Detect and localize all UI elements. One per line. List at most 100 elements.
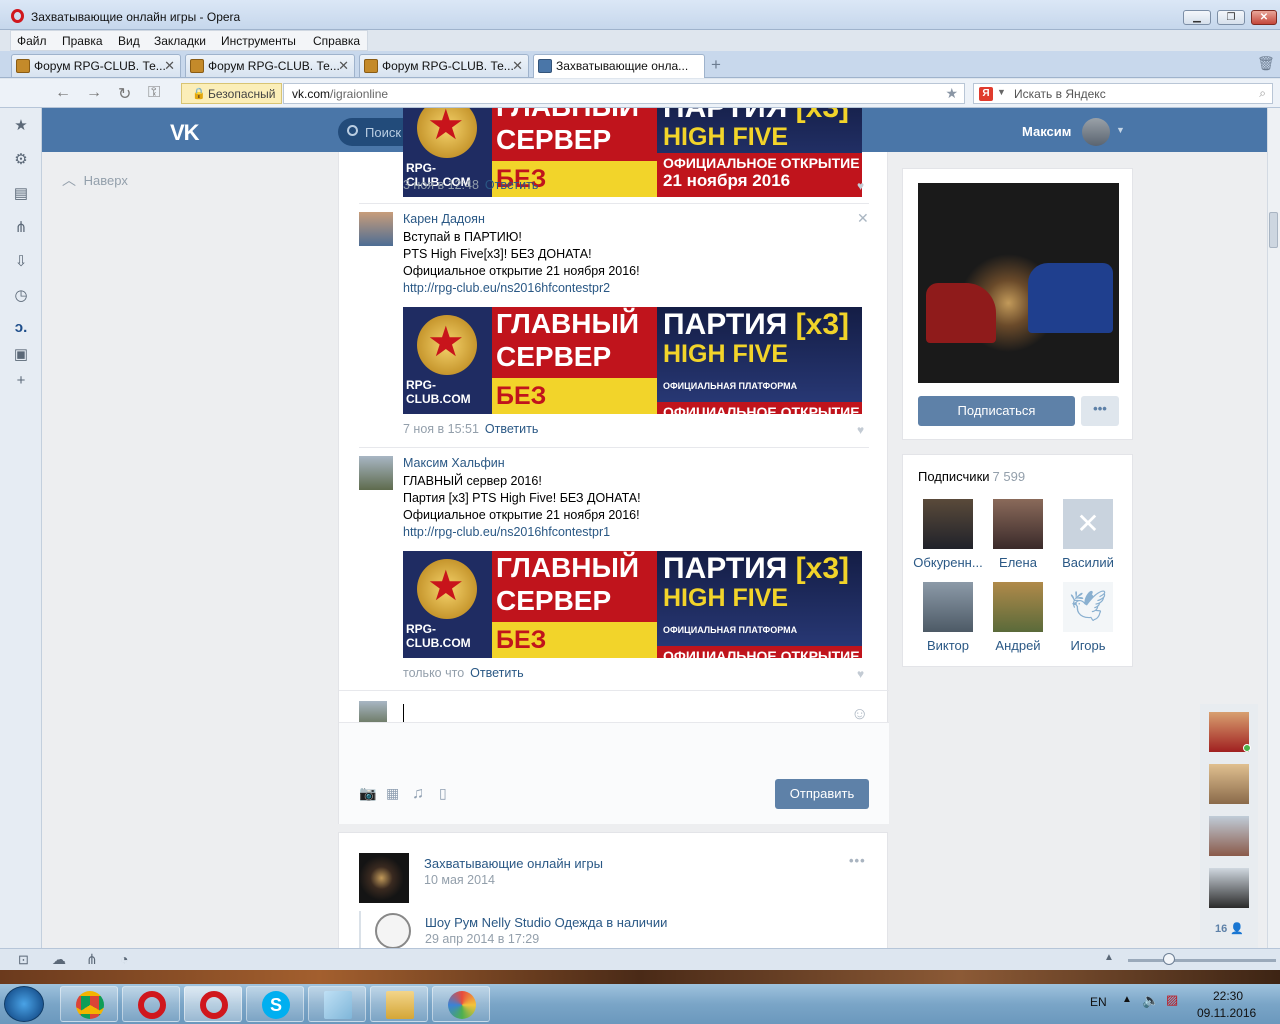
- zoom-slider-handle[interactable]: [1163, 953, 1175, 965]
- share-icon[interactable]: ⋔: [12, 219, 30, 237]
- comment-banner-image[interactable]: RPG-CLUB.COM ГЛАВНЫЙСЕРВЕР БЕЗ ДОНАТА ПАР…: [403, 551, 862, 658]
- comment-link[interactable]: http://rpg-club.eu/ns2016hfcontestpr2: [403, 281, 610, 295]
- menu-bookmarks[interactable]: Закладки: [154, 34, 206, 48]
- followers-header[interactable]: Подписчики 7 599: [918, 469, 1025, 484]
- music-note-icon[interactable]: ♫: [412, 785, 424, 803]
- follower-item[interactable]: Елена: [983, 499, 1053, 570]
- subscribe-button[interactable]: Подписаться: [918, 396, 1075, 426]
- scroll-to-top[interactable]: ︿ Наверх: [62, 170, 128, 190]
- document-icon[interactable]: ▯: [439, 785, 447, 802]
- reload-icon[interactable]: ↻: [118, 84, 131, 104]
- opera-active-taskbar-button[interactable]: [184, 986, 242, 1022]
- shared-avatar[interactable]: [375, 913, 411, 948]
- more-actions-button[interactable]: •••: [1081, 396, 1119, 426]
- tab-vk-active[interactable]: Захватывающие онла...: [533, 54, 705, 78]
- close-tab-icon[interactable]: ✕: [512, 58, 523, 74]
- cloud-icon[interactable]: ☁: [52, 951, 66, 968]
- group-photo[interactable]: [918, 183, 1119, 383]
- like-heart-icon[interactable]: ♥: [857, 179, 864, 193]
- skype-taskbar-button[interactable]: S: [246, 986, 304, 1022]
- follower-item[interactable]: 🕊 Игорь: [1053, 582, 1123, 653]
- clock-time[interactable]: 22:30: [1213, 989, 1243, 1003]
- chat-avatar[interactable]: [1209, 764, 1249, 804]
- yandex-search-field[interactable]: Я ▼ Искать в Яндекс ⌕: [973, 83, 1273, 104]
- send-button[interactable]: Отправить: [775, 779, 869, 809]
- opera-taskbar-button[interactable]: [122, 986, 180, 1022]
- comment-author[interactable]: Карен Дадоян: [403, 212, 485, 226]
- follower-item[interactable]: Обкуренн...: [913, 499, 983, 570]
- group-avatar[interactable]: [359, 853, 409, 903]
- reply-link[interactable]: Ответить: [470, 666, 523, 680]
- language-indicator[interactable]: EN: [1090, 995, 1107, 1009]
- reply-link[interactable]: Ответить: [485, 178, 538, 192]
- forward-arrow-icon[interactable]: →: [86, 84, 102, 102]
- add-panel-plus-icon[interactable]: +: [12, 372, 30, 390]
- notes-icon[interactable]: ▤: [12, 185, 30, 203]
- close-tab-icon[interactable]: ✕: [338, 58, 349, 74]
- paint-taskbar-button[interactable]: [432, 986, 490, 1022]
- trash-icon[interactable]: 🗑: [1257, 55, 1275, 72]
- tab-forum-3[interactable]: Форум RPG-CLUB. Те... ✕: [359, 54, 529, 77]
- speaker-icon[interactable]: 🔈: [1142, 992, 1159, 1009]
- tab-forum-1[interactable]: Форум RPG-CLUB. Те... ✕: [11, 54, 181, 77]
- like-heart-icon[interactable]: ♥: [857, 423, 864, 437]
- tab-forum-2[interactable]: Форум RPG-CLUB. Те... ✕: [185, 54, 355, 77]
- close-window-button[interactable]: ✕: [1251, 10, 1277, 25]
- back-arrow-icon[interactable]: ←: [55, 84, 71, 102]
- shared-post-date[interactable]: 29 апр 2014 в 17:29: [425, 932, 539, 946]
- bookmark-star-icon[interactable]: ★: [945, 85, 958, 102]
- search-icon[interactable]: ⌕: [1259, 86, 1266, 101]
- key-icon[interactable]: ⚿: [148, 84, 160, 102]
- post-date[interactable]: 10 мая 2014: [424, 873, 495, 887]
- menu-view[interactable]: Вид: [118, 34, 140, 48]
- panel-toggle-icon[interactable]: ⊡: [18, 952, 29, 968]
- gear-icon[interactable]: ⚙: [12, 151, 30, 169]
- like-heart-icon[interactable]: ♥: [857, 667, 864, 681]
- windows-start-icon[interactable]: [4, 986, 44, 1022]
- scrollbar-thumb[interactable]: [1269, 212, 1278, 248]
- explorer-taskbar-button[interactable]: [370, 986, 428, 1022]
- security-badge[interactable]: 🔒 Безопасный: [181, 83, 282, 104]
- reply-link[interactable]: Ответить: [485, 422, 538, 436]
- clock-date[interactable]: 09.11.2016: [1197, 1006, 1256, 1020]
- minimize-button[interactable]: ▁: [1183, 10, 1211, 25]
- vk-logo-icon[interactable]: VK: [170, 120, 206, 145]
- widgets-icon[interactable]: ▣: [12, 346, 30, 364]
- speed-dial-icon[interactable]: ◔: [120, 951, 128, 967]
- more-dots-icon[interactable]: •••: [849, 853, 866, 868]
- close-tab-icon[interactable]: ✕: [164, 58, 175, 74]
- emoji-smile-icon[interactable]: ☺: [851, 704, 868, 724]
- chevron-up-icon[interactable]: ▲: [1104, 952, 1114, 963]
- comment-link[interactable]: http://rpg-club.eu/ns2016hfcontestpr1: [403, 525, 610, 539]
- menu-tools[interactable]: Инструменты: [221, 34, 296, 48]
- comment-banner-image[interactable]: RPG-CLUB.COM ГЛАВНЫЙСЕРВЕР БЕЗ ДОНАТА ПАР…: [403, 307, 862, 414]
- avatar[interactable]: [1082, 118, 1110, 146]
- menu-edit[interactable]: Правка: [62, 34, 103, 48]
- network-icon[interactable]: ▨: [1166, 992, 1178, 1008]
- chat-avatar[interactable]: [1209, 816, 1249, 856]
- close-icon[interactable]: ✕: [857, 210, 869, 227]
- chat-avatar[interactable]: [1209, 868, 1249, 908]
- avatar[interactable]: [359, 212, 393, 246]
- follower-item[interactable]: Андрей: [983, 582, 1053, 653]
- camera-icon[interactable]: 📷: [359, 785, 376, 802]
- video-icon[interactable]: ▦: [386, 785, 399, 802]
- chevron-down-icon[interactable]: ▼: [1116, 125, 1125, 135]
- download-icon[interactable]: ⇩: [12, 253, 30, 271]
- chat-online-count[interactable]: 16 👤: [1215, 922, 1244, 935]
- maximize-button[interactable]: ❐: [1217, 10, 1245, 25]
- comment-input-caret[interactable]: [403, 704, 404, 722]
- chevron-down-icon[interactable]: ▼: [997, 87, 1006, 97]
- zoom-slider[interactable]: [1128, 959, 1276, 962]
- address-field[interactable]: vk.com/igraionline ★: [283, 83, 965, 104]
- history-clock-icon[interactable]: ◷: [12, 287, 30, 305]
- chrome-taskbar-button[interactable]: [60, 986, 118, 1022]
- menu-help[interactable]: Справка: [313, 34, 360, 48]
- share-icon[interactable]: ⋔: [86, 951, 98, 968]
- follower-item[interactable]: Виктор: [913, 582, 983, 653]
- unite-icon[interactable]: ↄ.: [12, 319, 30, 337]
- shared-post-author[interactable]: Шоу Рум Nelly Studio Одежда в наличии: [425, 915, 667, 930]
- chevron-up-icon[interactable]: ▲: [1122, 994, 1132, 1005]
- menu-file[interactable]: Файл: [17, 34, 47, 48]
- notepad-taskbar-button[interactable]: [308, 986, 366, 1022]
